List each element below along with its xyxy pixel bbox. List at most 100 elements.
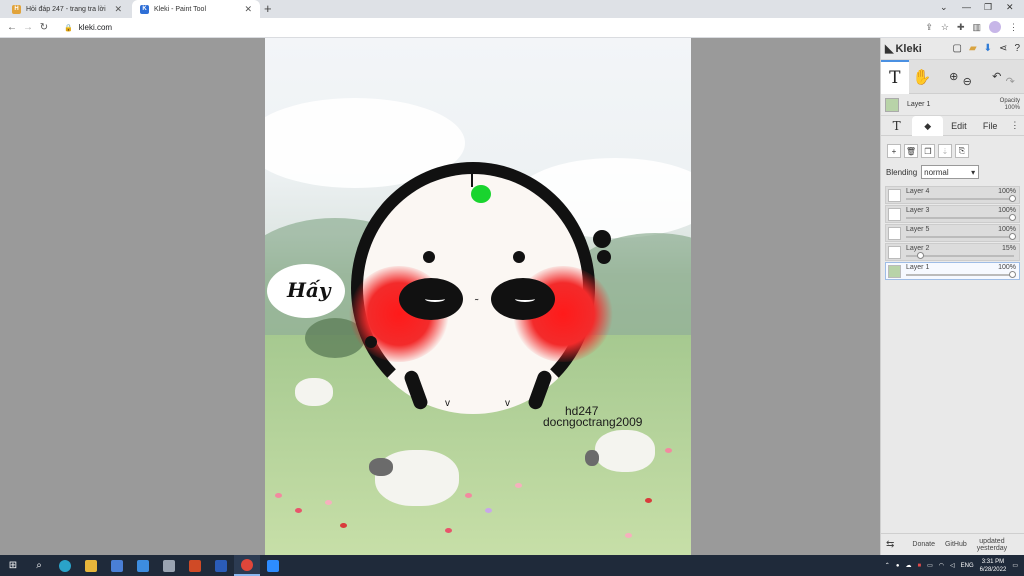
kleki-logo: ◣ Kleki xyxy=(885,42,922,56)
duplicate-layer-icon[interactable]: ❐ xyxy=(921,144,935,158)
layer-row[interactable]: Layer 2 15% xyxy=(885,243,1020,261)
layer-opacity-slider[interactable] xyxy=(906,195,1016,202)
layer-thumbnail xyxy=(888,227,901,240)
reload-icon[interactable]: ↻ xyxy=(36,22,52,33)
powerpoint-icon[interactable] xyxy=(182,555,208,576)
volume-icon[interactable]: ◁ xyxy=(950,562,955,569)
zoom-out-icon[interactable]: ⊖ xyxy=(954,75,982,88)
close-tab-icon[interactable]: ✕ xyxy=(114,4,122,15)
tray-chevron-icon[interactable]: ⌃ xyxy=(885,562,890,569)
delete-layer-icon[interactable]: 🗑 xyxy=(904,144,918,158)
address-bar-row: ← → ↻ 🔒 kleki.com ⇪ ☆ ✚ ▥ ⋮ xyxy=(0,18,1024,38)
help-icon[interactable]: ? xyxy=(1014,43,1020,54)
browser-tab-title: Hỏi đáp 247 - trang tra lời xyxy=(26,5,106,13)
file-explorer-icon[interactable] xyxy=(78,555,104,576)
flower-shape xyxy=(515,483,522,488)
layer-opacity-slider[interactable] xyxy=(906,233,1016,240)
mic-icon[interactable]: ● xyxy=(896,563,900,569)
share-icon[interactable]: ⇪ xyxy=(925,22,933,33)
tab-text-tool[interactable]: T xyxy=(881,119,912,133)
layer-row[interactable]: Layer 4 100% xyxy=(885,186,1020,204)
close-tab-icon[interactable]: ✕ xyxy=(244,4,252,15)
extensions-icon[interactable]: ✚ xyxy=(957,22,965,33)
tab-file[interactable]: File xyxy=(975,121,1006,131)
clock[interactable]: 3:31 PM 6/28/2022 xyxy=(980,558,1007,574)
slider-knob[interactable] xyxy=(917,252,925,259)
lock-icon: 🔒 xyxy=(64,24,73,32)
open-folder-icon[interactable]: ▰ xyxy=(969,43,977,54)
language-indicator[interactable]: ENG xyxy=(961,563,974,569)
new-image-icon[interactable]: ▢ xyxy=(953,43,962,54)
layer-opacity-slider[interactable] xyxy=(906,252,1014,259)
notifications-icon[interactable]: ▭ xyxy=(1012,562,1018,569)
bookmark-star-icon[interactable]: ☆ xyxy=(941,22,949,33)
sheep-shape xyxy=(295,378,333,406)
current-layer-preview[interactable]: Layer 1 Opacity 100% xyxy=(881,94,1024,116)
profile-avatar[interactable] xyxy=(989,21,1001,33)
slider-knob[interactable] xyxy=(1009,271,1016,278)
tab-layers[interactable]: ◆ xyxy=(912,115,944,136)
flower-shape xyxy=(295,508,302,513)
back-icon[interactable]: ← xyxy=(4,22,20,33)
current-layer-opacity: Opacity 100% xyxy=(999,97,1020,111)
sidebar-icon[interactable]: ▥ xyxy=(972,22,981,33)
system-tray: ⌃ ● ☁ ■ ▭ ◠ ◁ ENG 3:31 PM 6/28/2022 ▭ xyxy=(885,555,1018,576)
word-icon[interactable] xyxy=(208,555,234,576)
layer-row[interactable]: Layer 5 100% xyxy=(885,224,1020,242)
tab-edit[interactable]: Edit xyxy=(943,121,974,131)
flower-shape xyxy=(625,533,632,538)
layer-properties-icon[interactable]: ⎘ xyxy=(955,144,969,158)
blending-mode-select[interactable]: normal ▾ xyxy=(921,165,980,179)
search-icon[interactable]: ⌕ xyxy=(26,555,52,576)
download-icon[interactable]: ⬇ xyxy=(984,43,992,54)
canvas-workspace[interactable]: ˜ v v Hấy hd247 docngoctrang2009 xyxy=(0,38,880,555)
add-layer-icon[interactable]: + xyxy=(887,144,901,158)
edge-browser-icon[interactable] xyxy=(52,555,78,576)
menu-dots-icon[interactable]: ⋮ xyxy=(1009,22,1018,33)
flower-shape xyxy=(340,523,347,528)
drawing-canvas[interactable]: ˜ v v Hấy hd247 docngoctrang2009 xyxy=(265,38,691,555)
layer-thumbnail xyxy=(888,189,901,202)
wifi-icon[interactable]: ◠ xyxy=(939,562,944,569)
restore-icon[interactable]: ❐ xyxy=(984,2,992,13)
tab-search-icon[interactable]: ⌄ xyxy=(940,2,948,13)
layer-row[interactable]: Layer 3 100% xyxy=(885,205,1020,223)
store-icon[interactable] xyxy=(104,555,130,576)
cloud-icon[interactable]: ☁ xyxy=(905,562,911,569)
more-menu-icon[interactable]: ⋮ xyxy=(1006,120,1024,131)
browser-tab-hoidap[interactable]: H Hỏi đáp 247 - trang tra lời ✕ xyxy=(4,0,130,18)
redo-icon[interactable]: ↷ xyxy=(997,75,1024,88)
slider-knob[interactable] xyxy=(1009,233,1016,240)
slider-knob[interactable] xyxy=(1009,214,1016,221)
flower-shape xyxy=(645,498,652,503)
eye-shine xyxy=(515,296,535,302)
eye-shine xyxy=(425,296,445,302)
new-tab-icon[interactable]: + xyxy=(264,1,272,16)
browser-tab-kleki[interactable]: K Kleki - Paint Tool ✕ xyxy=(132,0,260,18)
layer-row-selected[interactable]: Layer 1 100% xyxy=(885,262,1020,280)
github-link[interactable]: GitHub xyxy=(940,541,972,548)
merge-layer-icon[interactable]: ⇣ xyxy=(938,144,952,158)
chrome-icon[interactable] xyxy=(234,555,260,576)
layer-opacity-slider[interactable] xyxy=(906,271,1016,278)
windows-start-icon[interactable]: ⊞ xyxy=(0,555,26,576)
layer-opacity-slider[interactable] xyxy=(906,214,1016,221)
forward-icon[interactable]: → xyxy=(20,22,36,33)
network-icon[interactable]: ▭ xyxy=(927,562,933,569)
camera-icon[interactable] xyxy=(156,555,182,576)
close-window-icon[interactable]: ✕ xyxy=(1006,2,1014,13)
zoom-app-icon[interactable] xyxy=(260,555,286,576)
url-field[interactable]: 🔒 kleki.com xyxy=(64,23,112,32)
text-tool-button[interactable]: T xyxy=(881,59,909,94)
left-foot-mark: v xyxy=(445,398,450,409)
slider-knob[interactable] xyxy=(1009,195,1016,202)
swap-icon[interactable]: ⇆ xyxy=(881,539,899,550)
minimize-icon[interactable]: — xyxy=(962,2,971,12)
dot-shape xyxy=(365,336,377,348)
hand-tool-icon[interactable]: ✋ xyxy=(909,68,937,86)
mail-icon[interactable] xyxy=(130,555,156,576)
donate-link[interactable]: Donate xyxy=(907,541,940,548)
browser-actions: ⇪ ☆ ✚ ▥ ⋮ xyxy=(925,21,1018,33)
antivirus-icon[interactable]: ■ xyxy=(917,563,921,569)
share-icon[interactable]: ⋖ xyxy=(999,43,1007,54)
